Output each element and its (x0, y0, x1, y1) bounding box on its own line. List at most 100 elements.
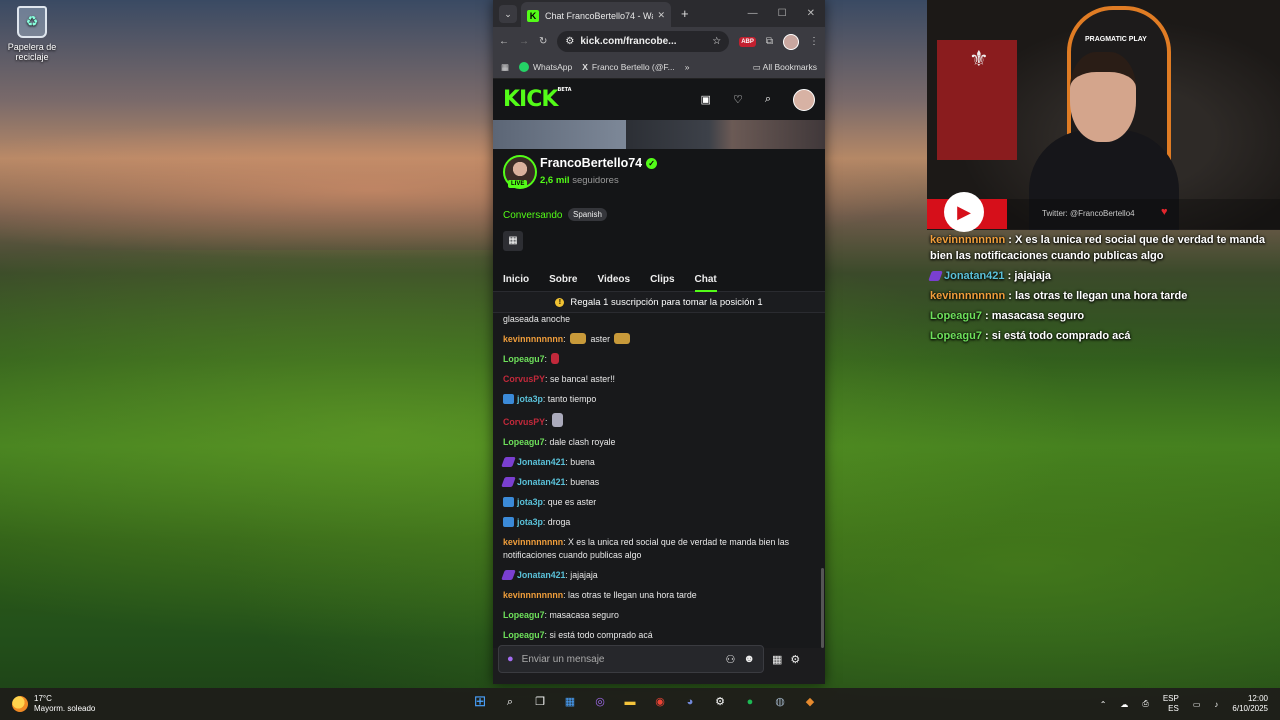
network-icon[interactable]: ▭ (1193, 700, 1201, 709)
steam-icon[interactable]: ◍ (770, 692, 790, 712)
mic-icon[interactable]: ● (507, 653, 514, 665)
bookmark-whatsapp[interactable]: WhatsApp (519, 62, 572, 73)
chat-username[interactable]: jota3p (517, 517, 543, 527)
bookmark-star-icon[interactable]: ☆ (712, 36, 721, 47)
channel-name[interactable]: FrancoBertello74 ✓ (540, 156, 658, 170)
chat-username[interactable]: jota3p (517, 497, 543, 507)
chat-username[interactable]: CorvusPY (503, 417, 545, 427)
address-bar[interactable]: ⚙ kick.com/francobe... ☆ (557, 31, 730, 52)
task-view-icon[interactable]: ❐ (530, 692, 550, 712)
chevron-up-icon[interactable]: ⌃ (1100, 700, 1107, 709)
chat-message: CorvusPY: (503, 413, 815, 429)
pinned-banner[interactable]: ! Regala 1 suscripción para tomar la posi… (493, 292, 825, 313)
emote-picker-icon[interactable]: ⚇ (726, 653, 736, 666)
browser-window: ⌄ K Chat FrancoBertello74 - Watch ✕ + — … (493, 0, 825, 684)
chrome-icon[interactable]: ◉ (650, 692, 670, 712)
close-window-icon[interactable]: ✕ (807, 8, 815, 19)
stream-preview[interactable] (493, 120, 825, 149)
emote (551, 353, 560, 364)
gift-icon[interactable]: ▦ (503, 231, 523, 251)
webcam-overlay: ⚜ PRAGMATIC PLAY (927, 0, 1280, 230)
followers: 2,6 mil seguidores (540, 175, 619, 186)
adblock-icon[interactable]: ABP (739, 36, 756, 47)
new-tab-icon[interactable]: + (681, 6, 689, 21)
extensions-icon[interactable]: ⧉ (766, 36, 773, 47)
profile-avatar[interactable] (783, 33, 799, 50)
search-icon[interactable]: ⌕ (500, 692, 520, 712)
mic-tray-icon[interactable]: ⎙ (1142, 699, 1148, 709)
discord-icon[interactable]: ◕ (680, 692, 700, 712)
clock[interactable]: 12:00 6/10/2025 (1232, 694, 1268, 714)
site-info-icon[interactable]: ⚙ (565, 36, 574, 47)
user-avatar[interactable] (793, 88, 815, 111)
chat-username[interactable]: Jonatan421 (517, 570, 565, 580)
chat-username[interactable]: kevinnnnnnnn (503, 537, 563, 547)
channel-tabs: Inicio Sobre Videos Clips Chat (493, 267, 825, 292)
tab-videos[interactable]: Videos (597, 274, 630, 285)
address-bar-row: ← → ↻ ⚙ kick.com/francobe... ☆ ABP ⧉ ⋮ (493, 27, 825, 56)
minimize-icon[interactable]: — (748, 8, 758, 19)
spotify-icon[interactable]: ● (740, 692, 760, 712)
tab-chat[interactable]: Chat (694, 274, 718, 292)
start-icon[interactable]: ⊞ (470, 692, 490, 712)
app-icon[interactable]: ⚙ (710, 692, 730, 712)
fleur-icon: ⚜ (969, 46, 989, 71)
chat-settings-icon[interactable]: ⚙ (790, 653, 800, 666)
calendar-icon[interactable]: ▣ (701, 93, 711, 106)
bookmark-x[interactable]: X Franco Bertello (@F... (582, 62, 674, 72)
file-explorer-icon[interactable]: ▬ (620, 692, 640, 712)
chat-username[interactable]: Lopeagu7 (503, 610, 545, 620)
language-tag[interactable]: Spanish (568, 208, 607, 221)
tab-search-icon[interactable]: ⌄ (499, 4, 517, 23)
store-icon[interactable]: ▦ (560, 692, 580, 712)
chat-message: kevinnnnnnnn: las otras te llegan una ho… (503, 590, 697, 600)
recycle-bin[interactable]: ♻ Papelera de reciclaje (6, 6, 58, 62)
maximize-icon[interactable]: ☐ (778, 8, 787, 19)
tray-app-icon[interactable]: ☁ (1120, 700, 1128, 709)
menu-icon[interactable]: ⋮ (809, 36, 819, 47)
tab-clips[interactable]: Clips (650, 274, 674, 285)
badge-icon (503, 394, 514, 404)
reload-icon[interactable]: ↻ (539, 36, 547, 47)
chat-scrollbar[interactable] (821, 568, 824, 648)
close-tab-icon[interactable]: ✕ (657, 10, 665, 21)
chat-username[interactable]: kevinnnnnnnn (503, 590, 563, 600)
app-circle-icon[interactable]: ◎ (590, 692, 610, 712)
tab-sobre[interactable]: Sobre (549, 274, 577, 285)
chat-username[interactable]: Lopeagu7 (503, 437, 545, 447)
search-icon[interactable]: ⌕ (765, 93, 771, 106)
chat-username[interactable]: Jonatan421 (517, 457, 565, 467)
streamer-face (1070, 52, 1136, 142)
system-tray: ⌃ ☁ ⎙ ESP ES ▭ ♪ 12:00 6/10/2025 (1100, 694, 1280, 714)
chat-message: Jonatan421: jajajaja (501, 569, 815, 582)
forward-icon[interactable]: → (519, 36, 529, 47)
tab-bar: ⌄ K Chat FrancoBertello74 - Watch ✕ + — … (493, 0, 825, 29)
chat-message: Lopeagu7: (503, 353, 815, 366)
more-bookmarks-icon[interactable]: » (685, 62, 690, 72)
all-bookmarks[interactable]: ▭ All Bookmarks (753, 62, 817, 73)
back-icon[interactable]: ← (499, 36, 509, 47)
weather-widget[interactable]: 17°C Mayorm. soleado (12, 694, 212, 714)
category-link[interactable]: Conversando (503, 210, 562, 221)
heart-icon: ♥ (1161, 206, 1168, 218)
chat-username[interactable]: Jonatan421 (517, 477, 565, 487)
recycle-bin-icon: ♻ (17, 6, 47, 38)
chat-input[interactable]: ● Enviar un mensaje ⚇ ☻ (498, 645, 764, 673)
kick-logo[interactable]: KICKBETA (503, 87, 572, 112)
heart-icon[interactable]: ♡ (733, 93, 743, 106)
chair-brand: PRAGMATIC PLAY (1085, 36, 1147, 43)
brave-icon[interactable]: ◆ (800, 692, 820, 712)
chat-username[interactable]: kevinnnnnnnn (503, 334, 563, 344)
volume-icon[interactable]: ♪ (1214, 700, 1218, 709)
tab-inicio[interactable]: Inicio (503, 274, 529, 285)
emoji-icon[interactable]: ☻ (743, 653, 755, 665)
language-indicator[interactable]: ESP ES (1163, 694, 1179, 714)
chat-username[interactable]: jota3p (517, 394, 543, 404)
chat-message: Lopeagu7: si está todo comprado acá (503, 630, 653, 640)
browser-tab[interactable]: K Chat FrancoBertello74 - Watch ✕ (521, 2, 671, 29)
chat-username[interactable]: CorvusPY (503, 374, 545, 384)
chat-username[interactable]: Lopeagu7 (503, 354, 545, 364)
store-icon[interactable]: ▦ (772, 653, 782, 666)
apps-icon[interactable]: ▦ (501, 62, 509, 73)
chat-username[interactable]: Lopeagu7 (503, 630, 545, 640)
